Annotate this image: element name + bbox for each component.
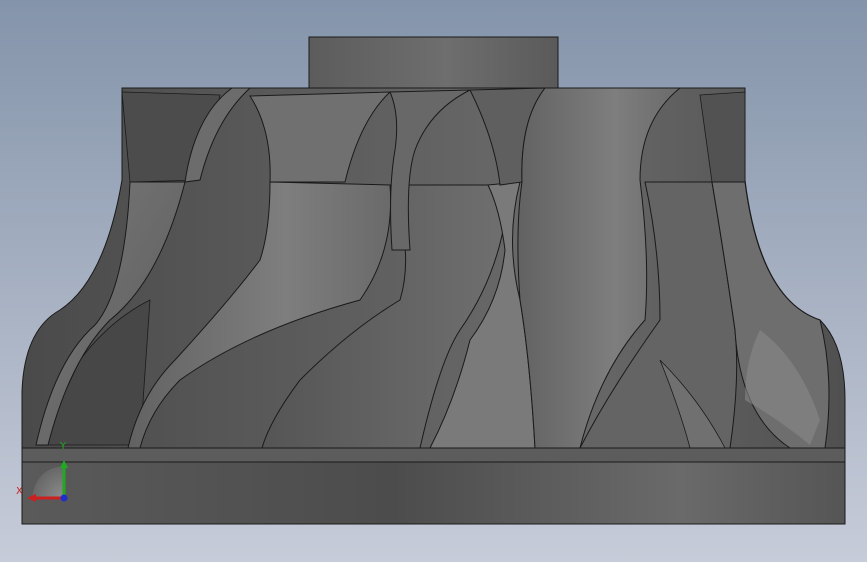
hub-cylinder[interactable] [308, 36, 559, 89]
base-rim[interactable] [21, 447, 846, 463]
triad-y-label: Y [60, 441, 67, 452]
triad-x-label: X [16, 486, 23, 497]
impeller-model[interactable] [0, 0, 867, 562]
graphics-viewport[interactable]: X Y [0, 0, 867, 562]
triad-z-axis [60, 494, 68, 502]
base-disc[interactable] [21, 461, 846, 525]
